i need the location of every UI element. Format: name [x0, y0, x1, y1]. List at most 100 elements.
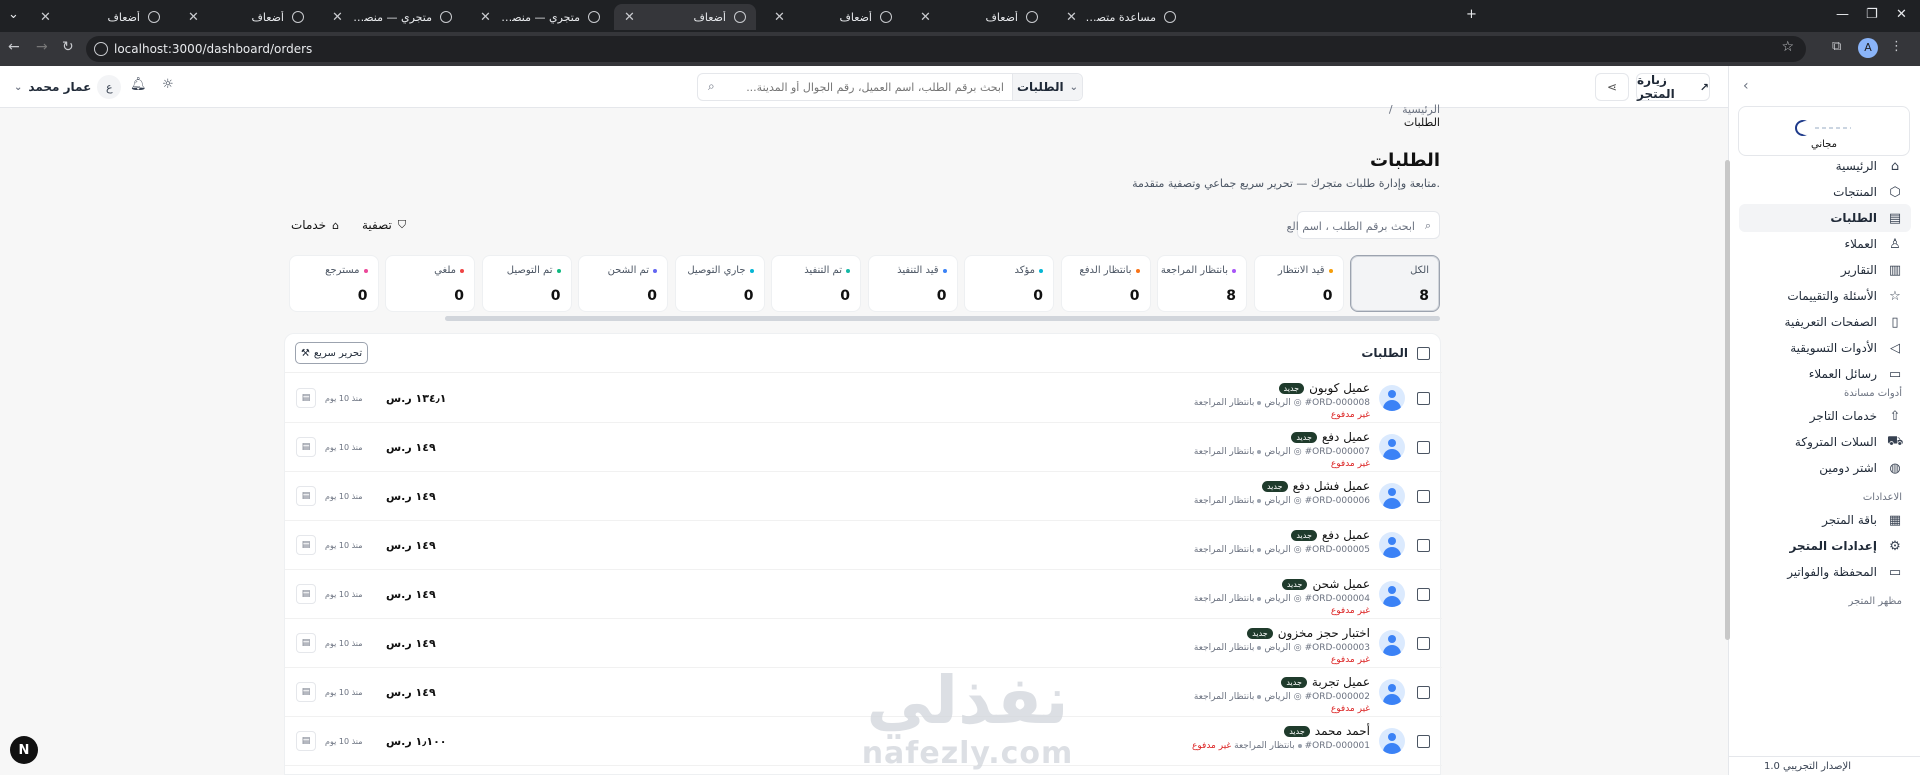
browser-tab[interactable]: ✕ أضعاف — [614, 4, 756, 30]
tab-list-chevron-icon[interactable]: ⌄ — [8, 7, 19, 22]
user-menu[interactable]: ⌄ عمار محمد ع — [14, 74, 122, 100]
orders-search-input[interactable]: ⌕ ابحث برقم الطلب ، اسم الع — [1287, 211, 1440, 239]
sidebar-item[interactable]: السلات المتروكة ⛟ — [1729, 428, 1920, 456]
invoice-icon[interactable]: ▤ — [296, 535, 316, 555]
close-tab-icon[interactable]: ✕ — [1066, 10, 1077, 25]
status-card[interactable]: جاري التوصيل 0 — [674, 255, 765, 312]
browser-tab[interactable]: ✕ أضعاف — [764, 4, 902, 30]
browser-tab[interactable]: ✕ أضعاف — [178, 4, 314, 30]
status-card[interactable]: ملغي 0 — [385, 255, 475, 312]
table-row[interactable]: جديد عميل دفع بانتظار المراجعة الرياض ◎ #ORD-… — [285, 423, 1442, 472]
bookmark-star-icon[interactable]: ☆ — [1781, 39, 1794, 55]
close-tab-icon[interactable]: ✕ — [332, 10, 343, 25]
close-tab-icon[interactable]: ✕ — [920, 10, 931, 25]
sidebar-item[interactable]: خدمات التاجر ⇧ — [1729, 402, 1920, 430]
extensions-icon[interactable]: ⧉ — [1832, 39, 1841, 54]
row-checkbox[interactable] — [1417, 686, 1430, 699]
customer-name-cell[interactable]: جديد أحمد محمد — [1284, 724, 1370, 738]
status-card[interactable]: بانتظار المراجعة 8 — [1157, 255, 1247, 312]
profile-avatar[interactable]: A — [1858, 38, 1878, 58]
sidebar-item[interactable]: الصفحات التعريفية ▯ — [1729, 308, 1920, 336]
sidebar-item[interactable]: باقة المتجر ▦ — [1729, 506, 1920, 534]
sidebar-item[interactable]: رسائل العملاء ▭ — [1729, 360, 1920, 388]
row-checkbox[interactable] — [1417, 441, 1430, 454]
browser-tab[interactable]: ✕ متجري — منصة المتاجر الإلكترونية — [322, 4, 462, 30]
sidebar-item[interactable]: المحفظة والفواتير ▭ — [1729, 558, 1920, 586]
visit-store-button[interactable]: زيارة المتجر ↗ — [1636, 73, 1710, 101]
quick-edit-button[interactable]: ⚒ تحرير سريع — [295, 342, 368, 364]
customer-name-cell[interactable]: جديد عميل كوبون — [1278, 381, 1370, 395]
row-checkbox[interactable] — [1417, 539, 1430, 552]
close-window-button[interactable]: ✕ — [1896, 7, 1907, 22]
site-info-icon[interactable] — [94, 42, 108, 56]
minimize-button[interactable]: — — [1836, 7, 1849, 22]
sidebar-item[interactable]: المنتجات ⬡ — [1729, 178, 1920, 206]
invoice-icon[interactable]: ▤ — [296, 584, 316, 604]
invoice-icon[interactable]: ▤ — [296, 388, 316, 408]
reload-icon[interactable]: ↻ — [62, 39, 74, 55]
status-card[interactable]: مؤكد 0 — [964, 255, 1054, 312]
invoice-icon[interactable]: ▤ — [296, 437, 316, 457]
status-card[interactable]: مسترجع 0 — [288, 255, 379, 312]
sidebar-item[interactable]: الطلبات ▤ — [1739, 204, 1911, 232]
menu-dots-icon[interactable]: ⋮ — [1890, 39, 1903, 54]
status-card[interactable]: قيد الانتظار 0 — [1253, 255, 1344, 312]
collapse-sidebar-icon[interactable]: ‹ — [1743, 78, 1749, 94]
select-all-checkbox[interactable] — [1417, 347, 1430, 360]
table-row[interactable]: جديد عميل شحن بانتظار المراجعة الرياض ◎ #ORD-… — [285, 570, 1442, 619]
page-scrollbar[interactable] — [1725, 160, 1730, 640]
status-card[interactable]: تم التوصيل 0 — [481, 255, 572, 312]
new-tab-button[interactable]: + — [1466, 7, 1477, 22]
table-row[interactable]: جديد عميل دفع بانتظار المراجعة الرياض ◎ #ORD-… — [285, 521, 1442, 570]
theme-toggle-sun-icon[interactable]: ☼ — [162, 77, 174, 92]
invoice-icon[interactable]: ▤ — [296, 486, 316, 506]
status-card[interactable]: الكل 8 — [1350, 255, 1440, 312]
sidebar-item[interactable]: إعدادات المتجر ⚙ — [1729, 532, 1920, 560]
sidebar-item[interactable]: العملاء ♙ — [1729, 230, 1920, 258]
browser-tab[interactable]: ✕ أضعاف — [30, 4, 170, 30]
next-dev-indicator-button[interactable]: N — [10, 736, 38, 764]
back-icon[interactable]: ← — [8, 39, 20, 55]
customer-name-cell[interactable]: جديد عميل دفع — [1291, 430, 1370, 444]
table-row[interactable]: جديد عميل فشل دفع بانتظار المراجعة الرياض ◎ #… — [285, 472, 1442, 521]
store-logo[interactable]: مجاني — [1738, 106, 1910, 156]
row-checkbox[interactable] — [1417, 490, 1430, 503]
sidebar-item[interactable]: اشتر دومين ◍ — [1729, 454, 1920, 482]
customer-name-cell[interactable]: جديد اختبار حجز مخزون — [1247, 626, 1370, 640]
filter-button[interactable]: تصفية ⛉ — [362, 218, 406, 232]
invoice-icon[interactable]: ▤ — [296, 682, 316, 702]
customer-name-cell[interactable]: جديد عميل فشل دفع — [1261, 479, 1370, 493]
table-row[interactable]: جديد اختبار حجز مخزون بانتظار المراجعة الري… — [285, 619, 1442, 668]
row-checkbox[interactable] — [1417, 637, 1430, 650]
invoice-icon[interactable]: ▤ — [296, 731, 316, 751]
sidebar-item[interactable]: التقارير ▥ — [1729, 256, 1920, 284]
global-search-input[interactable] — [734, 77, 1004, 97]
close-tab-icon[interactable]: ✕ — [774, 10, 785, 25]
status-card[interactable]: بانتظار الدفع 0 — [1060, 255, 1151, 312]
row-checkbox[interactable] — [1417, 392, 1430, 405]
maximize-button[interactable]: ❐ — [1866, 7, 1878, 22]
url-field[interactable]: localhost:3000/dashboard/orders ☆ — [86, 36, 1806, 62]
browser-tab[interactable]: ✕ أضعاف — [910, 4, 1048, 30]
search-scope-select[interactable]: الطلبات ⌄ — [1012, 74, 1082, 100]
sidebar-item[interactable]: الأدوات التسويقية ◁ — [1729, 334, 1920, 362]
close-tab-icon[interactable]: ✕ — [188, 10, 199, 25]
status-card[interactable]: تم الشحن 0 — [578, 255, 668, 312]
services-button[interactable]: خدمات ⌂ — [291, 218, 339, 232]
forward-icon[interactable]: → — [36, 39, 48, 55]
stats-scrollbar[interactable] — [445, 316, 1440, 321]
invoice-icon[interactable]: ▤ — [296, 633, 316, 653]
close-tab-icon[interactable]: ✕ — [480, 10, 491, 25]
status-card[interactable]: قيد التنفيذ 0 — [867, 255, 958, 312]
status-card[interactable]: تم التنفيذ 0 — [771, 255, 861, 312]
close-tab-icon[interactable]: ✕ — [40, 10, 51, 25]
breadcrumb-home[interactable]: الرئيسية — [1402, 103, 1440, 116]
row-checkbox[interactable] — [1417, 588, 1430, 601]
customer-name-cell[interactable]: جديد عميل تجربة — [1281, 675, 1370, 689]
browser-tab[interactable]: ✕ مساعدة متصفح Google Chrome — [1056, 4, 1186, 30]
sidebar-item[interactable]: الرئيسية ⌂ — [1729, 152, 1920, 180]
browser-tab[interactable]: ✕ متجري — منصة المتاجر الإلكترونية — [470, 4, 610, 30]
customer-name-cell[interactable]: جديد عميل شحن — [1281, 577, 1370, 591]
sidebar-item[interactable]: الأسئلة والتقييمات ☆ — [1729, 282, 1920, 310]
bell-icon[interactable]: 🔔︎ — [130, 77, 147, 92]
